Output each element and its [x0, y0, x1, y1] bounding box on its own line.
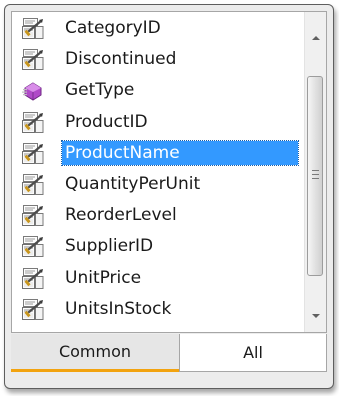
intellisense-popup: CategoryID Discontinued GetType ProductI… [4, 4, 334, 389]
property-icon [22, 143, 44, 165]
list-item-label: ProductName [61, 139, 299, 166]
list-item[interactable]: GetType [12, 75, 306, 106]
grip-icon [312, 170, 319, 179]
property-icon [22, 299, 44, 321]
list-item[interactable]: SupplierID [12, 231, 306, 262]
list-item-label: ProductID [65, 111, 148, 132]
tab-all[interactable]: All [179, 334, 327, 372]
list-item-label: UnitsInStock [65, 298, 172, 319]
list-item[interactable]: ReorderLevel [12, 200, 306, 231]
arrow-up-icon [311, 36, 320, 40]
filter-tabs: Common All [11, 334, 327, 374]
property-icon [22, 18, 44, 40]
list-item[interactable]: QuantityPerUnit [12, 169, 306, 200]
list-item-label: UnitPrice [65, 267, 142, 288]
tab-common[interactable]: Common [11, 334, 179, 372]
scrollbar-thumb[interactable] [307, 76, 323, 276]
property-icon [22, 205, 44, 227]
list-item[interactable]: Discontinued [12, 44, 306, 75]
completion-list: CategoryID Discontinued GetType ProductI… [12, 13, 306, 333]
list-item-label: QuantityPerUnit [65, 173, 201, 194]
property-icon [22, 268, 44, 290]
list-item-label: GetType [65, 80, 135, 101]
scroll-down-button[interactable] [305, 306, 326, 326]
list-item-label: CategoryID [65, 18, 161, 38]
property-icon [22, 236, 44, 258]
list-item-selected[interactable]: ProductName [12, 138, 306, 169]
scroll-up-button[interactable] [305, 28, 326, 48]
property-icon [22, 112, 44, 134]
list-item-label: Discontinued [65, 49, 177, 70]
list-item-label: SupplierID [65, 236, 154, 257]
list-item-label: ReorderLevel [65, 205, 177, 226]
vertical-scrollbar[interactable] [304, 12, 326, 332]
property-icon [22, 49, 44, 71]
method-icon [22, 80, 44, 102]
list-item[interactable]: CategoryID [12, 13, 306, 44]
arrow-down-icon [311, 314, 320, 318]
list-item[interactable]: UnitPrice [12, 263, 306, 294]
completion-list-area: CategoryID Discontinued GetType ProductI… [11, 11, 327, 333]
property-icon [22, 174, 44, 196]
list-item[interactable]: UnitsInStock [12, 294, 306, 325]
list-item[interactable]: ProductID [12, 107, 306, 138]
